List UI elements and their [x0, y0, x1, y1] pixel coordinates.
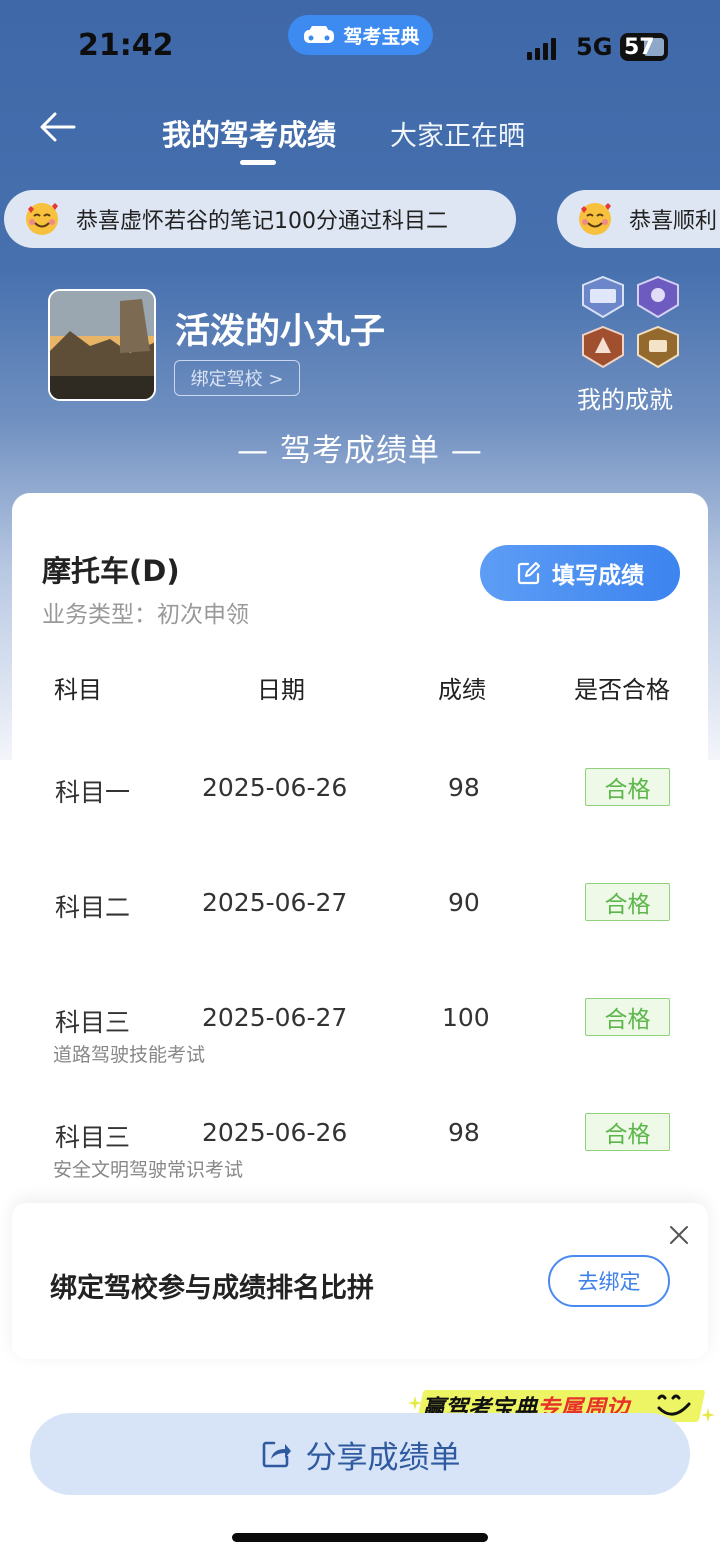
- header-passed: 是否合格: [574, 676, 670, 704]
- row-subtitle: 安全文明驾驶常识考试: [53, 1159, 244, 1181]
- my-achievements-label[interactable]: 我的成就: [577, 380, 673, 415]
- home-indicator[interactable]: [232, 1533, 488, 1542]
- header-subject: 科目: [54, 676, 102, 704]
- congrats-item: 恭喜顺利: [557, 190, 720, 248]
- username: 活泼的小丸子: [175, 312, 386, 352]
- smiling-face-hearts-icon: [26, 203, 58, 235]
- status-bar: 21:42 驾考宝典 5G 57: [0, 0, 720, 95]
- bind-school-banner: 绑定驾校参与成绩排名比拼 去绑定: [12, 1203, 708, 1359]
- back-arrow-icon[interactable]: [38, 110, 78, 144]
- sparkle-icon: [701, 1408, 715, 1422]
- sparkle-icon: [408, 1396, 422, 1410]
- close-icon[interactable]: [667, 1223, 691, 1247]
- edit-icon: [517, 562, 540, 585]
- congrats-text: 恭喜顺利: [629, 209, 718, 234]
- row-subject: 科目三: [55, 1123, 131, 1152]
- row-score: 98: [448, 1118, 480, 1147]
- go-bind-button[interactable]: 去绑定: [548, 1255, 670, 1307]
- car-icon: [304, 26, 335, 43]
- row-date: 2025-06-26: [202, 1118, 348, 1147]
- fill-score-button[interactable]: 填写成绩: [480, 545, 680, 601]
- badge-icon: [637, 325, 679, 369]
- app-name: 驾考宝典: [343, 25, 420, 48]
- tab-everyone-sharing[interactable]: 大家正在晒: [390, 114, 525, 153]
- battery-icon: 57: [620, 33, 668, 61]
- share-report-button[interactable]: 分享成绩单: [30, 1413, 690, 1495]
- row-date: 2025-06-27: [202, 1003, 348, 1032]
- row-subject: 科目三: [55, 1008, 131, 1037]
- badge-icon: [582, 325, 624, 369]
- signal-icon: [527, 36, 556, 60]
- pass-badge: 合格: [585, 1113, 670, 1151]
- row-score: 100: [442, 1003, 490, 1032]
- row-subtitle: 道路驾驶技能考试: [53, 1044, 206, 1066]
- fill-score-label: 填写成绩: [552, 563, 644, 589]
- tab-my-scores[interactable]: 我的驾考成绩: [162, 112, 336, 154]
- badge-icon: [637, 275, 679, 319]
- battery-level: 57: [624, 34, 655, 60]
- row-score: 98: [448, 773, 480, 802]
- row-subject: 科目二: [55, 893, 131, 922]
- report-title: — 驾考成绩单 —: [237, 433, 483, 469]
- achievement-badges[interactable]: [578, 275, 686, 371]
- row-score: 90: [448, 888, 480, 917]
- header-date: 日期: [257, 676, 305, 704]
- smiling-face-hearts-icon: [579, 203, 611, 235]
- pass-badge: 合格: [585, 998, 670, 1036]
- pass-badge: 合格: [585, 883, 670, 921]
- tab-indicator: [240, 160, 276, 165]
- row-date: 2025-06-27: [202, 888, 348, 917]
- share-icon: [262, 1441, 291, 1468]
- congrats-text: 恭喜虚怀若谷的笔记100分通过科目二: [76, 209, 448, 234]
- header-score: 成绩: [438, 676, 486, 704]
- bind-banner-text: 绑定驾校参与成绩排名比拼: [50, 1273, 374, 1304]
- congrats-item: 恭喜虚怀若谷的笔记100分通过科目二: [4, 190, 516, 248]
- avatar-image: [50, 291, 154, 399]
- row-subject: 科目一: [55, 778, 131, 807]
- row-date: 2025-06-26: [202, 773, 348, 802]
- avatar[interactable]: [48, 289, 156, 401]
- badge-icon: [582, 275, 624, 319]
- business-type: 业务类型：初次申领: [42, 602, 249, 628]
- share-label: 分享成绩单: [305, 1439, 461, 1476]
- network-label: 5G: [576, 33, 613, 61]
- status-time: 21:42: [78, 28, 174, 63]
- app-badge[interactable]: 驾考宝典: [288, 15, 433, 55]
- pass-badge: 合格: [585, 768, 670, 806]
- bind-school-button[interactable]: 绑定驾校 >: [174, 360, 300, 396]
- congrats-marquee: 恭喜虚怀若谷的笔记100分通过科目二 恭喜顺利: [0, 190, 720, 250]
- vehicle-type: 摩托车(D): [42, 554, 180, 588]
